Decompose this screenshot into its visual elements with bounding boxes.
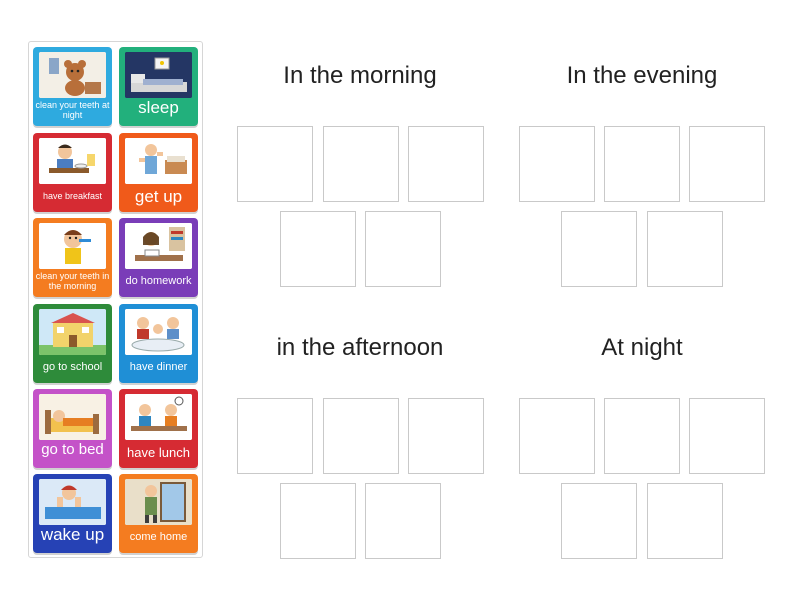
drop-slot-night[interactable] — [561, 483, 637, 559]
tile-get-up[interactable]: get up — [119, 133, 198, 212]
drop-slot-night[interactable] — [689, 398, 765, 474]
boy-eating-breakfast-icon — [39, 138, 106, 184]
girl-doing-homework-icon — [125, 223, 192, 269]
group-title-morning: In the morning — [283, 62, 437, 89]
drop-slot-afternoon[interactable] — [280, 483, 356, 559]
man-coming-home-icon — [125, 479, 192, 525]
tile-label: have breakfast — [42, 190, 103, 201]
tile-wake-up[interactable]: wake up — [33, 474, 112, 553]
tile-clean-teeth-morning[interactable]: clean your teeth in the morning — [33, 218, 112, 297]
drop-slot-evening[interactable] — [519, 126, 595, 202]
family-dinner-icon — [125, 309, 192, 355]
drop-slot-morning[interactable] — [408, 126, 484, 202]
group-title-evening: In the evening — [566, 62, 718, 89]
tile-label: clean your teeth at night — [35, 100, 110, 120]
boy-waking-up-icon — [39, 479, 106, 525]
tile-label: come home — [129, 530, 188, 543]
tile-go-to-bed[interactable]: go to bed — [33, 389, 112, 468]
drop-slot-evening[interactable] — [647, 211, 723, 287]
teddy-bear-bedroom-icon — [39, 52, 106, 98]
drop-slot-night[interactable] — [604, 398, 680, 474]
tile-have-lunch[interactable]: have lunch — [119, 389, 198, 468]
drop-slot-morning[interactable] — [323, 126, 399, 202]
boy-getting-up-icon — [125, 138, 192, 184]
drop-slot-afternoon[interactable] — [237, 398, 313, 474]
drop-slot-evening[interactable] — [604, 126, 680, 202]
tile-have-breakfast[interactable]: have breakfast — [33, 133, 112, 212]
school-building-icon — [39, 309, 106, 355]
drop-slot-evening[interactable] — [689, 126, 765, 202]
drop-slot-morning[interactable] — [365, 211, 441, 287]
group-title-afternoon: in the afternoon — [276, 334, 444, 361]
tile-have-dinner[interactable]: have dinner — [119, 304, 198, 383]
kids-having-lunch-icon — [125, 394, 192, 440]
child-in-bed-icon — [39, 394, 106, 440]
drop-slot-afternoon[interactable] — [323, 398, 399, 474]
tile-label: have lunch — [127, 444, 190, 460]
drop-slot-night[interactable] — [647, 483, 723, 559]
drop-slot-afternoon[interactable] — [408, 398, 484, 474]
group-title-night: At night — [601, 334, 683, 361]
drop-slot-night[interactable] — [519, 398, 595, 474]
tile-do-homework[interactable]: do homework — [119, 218, 198, 297]
sleeping-in-bed-icon — [125, 52, 192, 98]
drop-slot-evening[interactable] — [561, 211, 637, 287]
drop-slot-afternoon[interactable] — [365, 483, 441, 559]
tile-label: clean your teeth in the morning — [35, 271, 110, 291]
tile-label: get up — [134, 186, 183, 206]
tile-label: have dinner — [129, 360, 188, 373]
tile-sleep[interactable]: sleep — [119, 47, 198, 126]
tile-label: sleep — [138, 97, 179, 117]
tile-go-to-school[interactable]: go to school — [33, 304, 112, 383]
tile-label: go to school — [42, 360, 103, 373]
drop-slot-morning[interactable] — [280, 211, 356, 287]
tile-clean-teeth-night[interactable]: clean your teeth at night — [33, 47, 112, 126]
tile-label: go to bed — [41, 440, 104, 458]
boy-brushing-teeth-icon — [39, 223, 106, 269]
drop-slot-morning[interactable] — [237, 126, 313, 202]
tile-label: wake up — [40, 524, 105, 544]
tile-label: do homework — [125, 274, 192, 287]
tile-come-home[interactable]: come home — [119, 474, 198, 553]
